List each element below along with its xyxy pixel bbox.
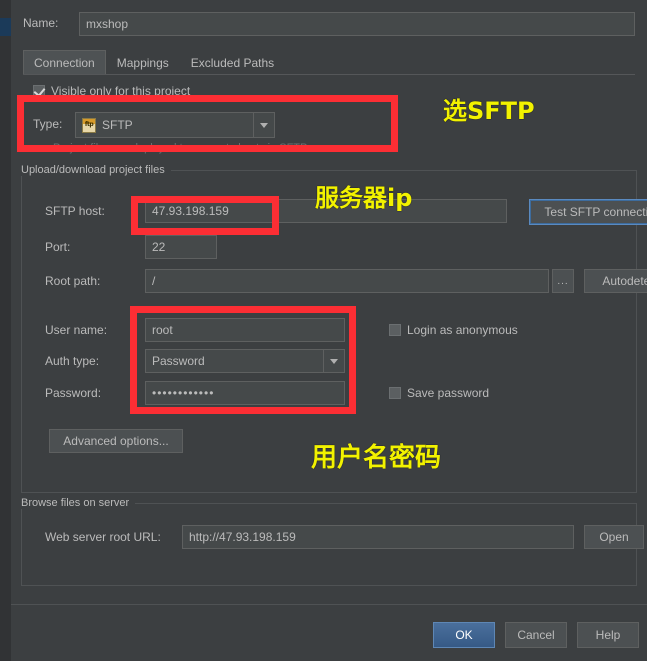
tab-mappings[interactable]: Mappings	[106, 50, 180, 74]
web-root-url-row: Web server root URL: Open	[45, 525, 645, 549]
advanced-options-button[interactable]: Advanced options...	[49, 429, 183, 453]
user-name-label: User name:	[45, 323, 108, 337]
save-password-row[interactable]: Save password	[389, 386, 489, 400]
sftp-icon-text: ftp	[84, 121, 94, 128]
port-row: Port:	[45, 235, 635, 259]
type-row: Type: ftp SFTP	[33, 112, 433, 138]
port-label: Port:	[45, 240, 71, 254]
port-input[interactable]	[145, 235, 217, 259]
name-input[interactable]	[79, 12, 635, 36]
chevron-down-icon[interactable]	[323, 350, 344, 372]
cancel-button[interactable]: Cancel	[505, 622, 567, 648]
auth-type-row: Auth type: Password	[45, 349, 635, 373]
tab-underline	[23, 74, 635, 75]
deployment-dialog: Name: Connection Mappings Excluded Paths…	[11, 0, 647, 661]
web-root-url-label: Web server root URL:	[45, 530, 161, 544]
upload-group-line-left	[21, 170, 22, 492]
browse-group-title: Browse files on server	[21, 497, 136, 509]
rail-selected-item[interactable]	[0, 18, 11, 36]
upload-group-line-bottom	[21, 492, 637, 493]
browse-group-line-bottom	[21, 585, 637, 586]
visible-only-checkbox[interactable]	[33, 85, 45, 97]
save-password-checkbox[interactable]	[389, 387, 401, 399]
chevron-down-icon[interactable]	[253, 113, 274, 137]
visible-only-label: Visible only for this project	[51, 84, 191, 98]
open-button[interactable]: Open	[584, 525, 644, 549]
sftp-host-label: SFTP host:	[45, 204, 105, 218]
login-anonymous-checkbox[interactable]	[389, 324, 401, 336]
ok-button[interactable]: OK	[433, 622, 495, 648]
auth-type-combobox[interactable]: Password	[145, 349, 345, 373]
web-root-url-input[interactable]	[182, 525, 574, 549]
dialog-window: Name: Connection Mappings Excluded Paths…	[0, 0, 647, 661]
password-row: Password: Save password	[45, 381, 635, 405]
auth-type-label: Auth type:	[45, 354, 100, 368]
visible-only-checkbox-row[interactable]: Visible only for this project	[33, 84, 190, 98]
autodetect-button[interactable]: Autodetect	[584, 269, 647, 293]
user-name-input[interactable]	[145, 318, 345, 342]
root-path-browse-button[interactable]: ...	[552, 269, 574, 293]
login-anonymous-row[interactable]: Login as anonymous	[389, 323, 518, 337]
root-path-row: Root path: ... Autodetect	[45, 269, 647, 293]
browse-group-line-left	[21, 503, 22, 585]
user-name-row: User name: Login as anonymous	[45, 318, 635, 342]
help-button[interactable]: Help	[577, 622, 639, 648]
type-combobox[interactable]: ftp SFTP	[75, 112, 275, 138]
annotation-text-credentials: 用户名密码	[311, 443, 442, 473]
type-label: Type:	[33, 117, 63, 131]
root-path-label: Root path:	[45, 274, 101, 288]
sftp-file-icon: ftp	[82, 117, 96, 133]
annotation-text-server-ip: 服务器ip	[315, 184, 413, 212]
name-label: Name:	[23, 16, 59, 30]
tab-excluded-paths[interactable]: Excluded Paths	[180, 50, 285, 74]
tab-connection[interactable]: Connection	[23, 50, 106, 74]
login-anonymous-label: Login as anonymous	[407, 323, 518, 337]
name-row: Name:	[23, 12, 635, 36]
type-combobox-value: SFTP	[102, 118, 133, 132]
footer-bar: OK Cancel Help	[11, 605, 647, 661]
password-label: Password:	[45, 386, 102, 400]
test-sftp-connection-button[interactable]: Test SFTP connection...	[529, 199, 647, 225]
upload-group-title: Upload/download project files	[21, 164, 171, 176]
password-input[interactable]	[145, 381, 345, 405]
root-path-input[interactable]	[145, 269, 549, 293]
auth-type-value: Password	[152, 354, 205, 368]
tab-bar: Connection Mappings Excluded Paths	[23, 48, 635, 74]
annotation-text-sftp: 选SFTP	[443, 97, 535, 125]
type-hint-text: Project files are deployed to a remote h…	[53, 142, 308, 154]
save-password-label: Save password	[407, 386, 490, 400]
